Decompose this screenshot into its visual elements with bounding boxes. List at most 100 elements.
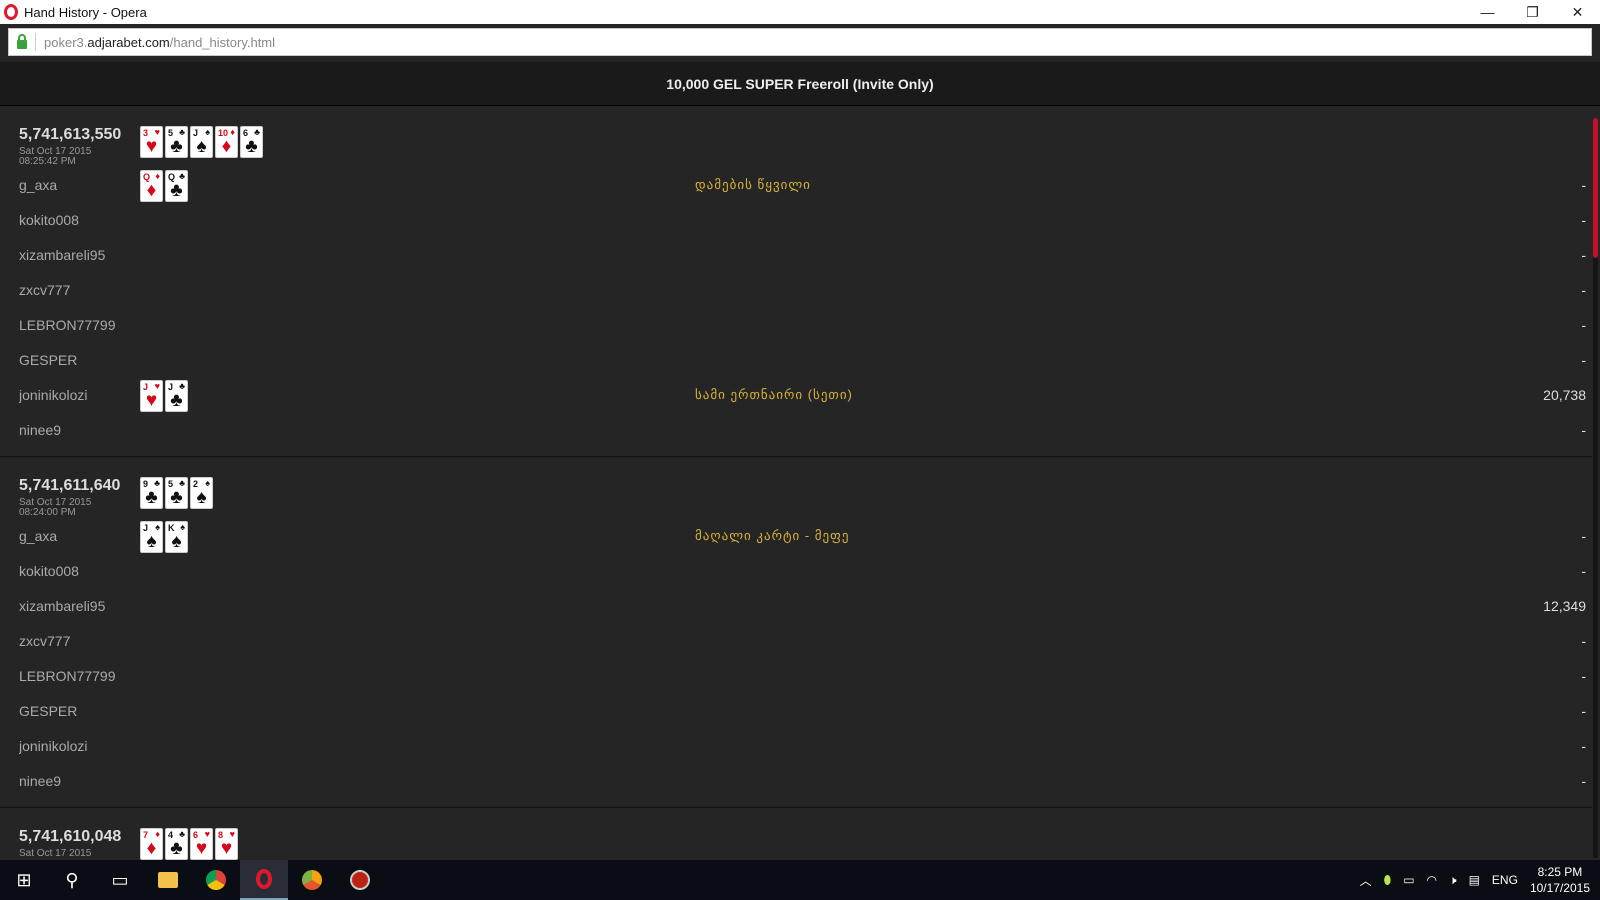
hand-rank: დამების წყვილი bbox=[695, 177, 811, 192]
board-cards: 7 ♦ ♦ 4 ♣ ♣ 6 ♥ ♥ 8 ♥ ♥ bbox=[140, 828, 238, 860]
win-amount: 12,349 bbox=[1543, 598, 1586, 614]
restore-button[interactable]: ❐ bbox=[1510, 0, 1555, 24]
player-name: zxcv777 bbox=[19, 282, 71, 298]
player-name: zxcv777 bbox=[19, 633, 71, 649]
player-row: zxcv777 - bbox=[0, 273, 1592, 308]
file-explorer-icon[interactable] bbox=[144, 860, 192, 900]
win-amount: - bbox=[1581, 177, 1586, 193]
close-button[interactable]: ✕ bbox=[1555, 0, 1600, 24]
win-amount: - bbox=[1581, 422, 1586, 438]
player-row: GESPER - bbox=[0, 694, 1592, 729]
win-amount: - bbox=[1581, 528, 1586, 544]
card-9-club: 9 ♣ ♣ bbox=[140, 477, 163, 509]
player-name: LEBRON77799 bbox=[19, 317, 116, 333]
diamond-icon: ♦ bbox=[155, 171, 160, 181]
club-icon: ♣ bbox=[170, 487, 183, 508]
hole-cards: J ♠ ♠ K ♠ ♠ bbox=[140, 521, 188, 553]
clock[interactable]: 8:25 PM 10/17/2015 bbox=[1530, 864, 1590, 896]
card-K-spade: K ♠ ♠ bbox=[165, 521, 188, 553]
win-amount: - bbox=[1581, 352, 1586, 368]
hand-id[interactable]: 5,741,610,048 bbox=[19, 828, 121, 846]
hand-history-list: 5,741,613,550 Sat Oct 17 2015 08:25:42 PM 3… bbox=[0, 106, 1592, 870]
player-name: ninee9 bbox=[19, 773, 62, 789]
heart-icon: ♥ bbox=[220, 838, 233, 859]
language-indicator[interactable]: ENG bbox=[1492, 873, 1518, 887]
search-icon[interactable]: ⚲ bbox=[48, 860, 96, 900]
scrollbar-thumb[interactable] bbox=[1593, 118, 1598, 258]
player-row: zxcv777 - bbox=[0, 624, 1592, 659]
win-amount: - bbox=[1581, 633, 1586, 649]
player-name: GESPER bbox=[19, 352, 78, 368]
card-2-spade: 2 ♠ ♠ bbox=[190, 477, 213, 509]
chrome-icon[interactable] bbox=[192, 860, 240, 900]
card-5-club: 5 ♣ ♣ bbox=[165, 477, 188, 509]
player-name: xizambareli95 bbox=[19, 598, 106, 614]
chrome-canary-icon[interactable] bbox=[288, 860, 336, 900]
card-6-heart: 6 ♥ ♥ bbox=[190, 828, 213, 860]
card-J-heart: J ♥ ♥ bbox=[140, 380, 163, 412]
hand-id[interactable]: 5,741,613,550 bbox=[19, 126, 121, 144]
notification-icon[interactable]: ▤ bbox=[1469, 873, 1480, 887]
window-title: Hand History - Opera bbox=[24, 4, 147, 20]
club-icon: ♣ bbox=[170, 180, 183, 201]
card-Q-club: Q ♣ ♣ bbox=[165, 170, 188, 202]
card-4-club: 4 ♣ ♣ bbox=[165, 828, 188, 860]
card-J-spade: J ♠ ♠ bbox=[140, 521, 163, 553]
board-cards: 3 ♥ ♥ 5 ♣ ♣ J ♠ ♠ 10 ♦ ♦ 6 ♣ ♣ bbox=[140, 126, 263, 158]
wifi-icon[interactable]: ◠ bbox=[1427, 873, 1437, 887]
player-name: LEBRON77799 bbox=[19, 668, 116, 684]
minimize-button[interactable]: — bbox=[1465, 0, 1510, 24]
card-8-heart: 8 ♥ ♥ bbox=[215, 828, 238, 860]
heart-icon: ♥ bbox=[195, 838, 208, 859]
player-name: ninee9 bbox=[19, 422, 62, 438]
task-view-icon[interactable]: ▭ bbox=[96, 860, 144, 900]
player-row: ninee9 - bbox=[0, 413, 1592, 448]
player-row: g_axa J ♠ ♠ K ♠ ♠ მაღალი კარტი - მეფე - bbox=[0, 519, 1592, 554]
win-amount: - bbox=[1581, 668, 1586, 684]
url-text[interactable]: poker3.adjarabet.com/hand_history.html bbox=[44, 35, 275, 50]
player-name: g_axa bbox=[19, 528, 58, 544]
hand-date: Sat Oct 17 2015 08:25:42 PM bbox=[19, 146, 92, 167]
hole-cards: Q ♦ ♦ Q ♣ ♣ bbox=[140, 170, 188, 202]
player-name: GESPER bbox=[19, 703, 78, 719]
club-icon: ♣ bbox=[170, 390, 183, 411]
hand-rank: სამი ერთნაირი (სეთი) bbox=[695, 387, 853, 402]
spade-icon: ♠ bbox=[171, 531, 182, 552]
title-bar: Hand History - Opera — ❐ ✕ bbox=[0, 0, 1600, 24]
address-bar[interactable]: poker3.adjarabet.com/hand_history.html bbox=[8, 28, 1592, 56]
win-amount: 20,738 bbox=[1543, 387, 1586, 403]
battery-icon[interactable]: ▭ bbox=[1403, 873, 1414, 887]
windows-start-icon[interactable]: ⊞ bbox=[0, 860, 48, 900]
win-amount: - bbox=[1581, 738, 1586, 754]
hand-rank: მაღალი კარტი - მეფე bbox=[695, 528, 850, 543]
player-name: xizambareli95 bbox=[19, 247, 106, 263]
heart-icon: ♥ bbox=[145, 390, 158, 411]
win-amount: - bbox=[1581, 282, 1586, 298]
club-icon: ♣ bbox=[170, 136, 183, 157]
opera-icon[interactable] bbox=[240, 860, 288, 900]
spade-icon: ♠ bbox=[146, 531, 157, 552]
player-name: g_axa bbox=[19, 177, 58, 193]
win-amount: - bbox=[1581, 212, 1586, 228]
win-amount: - bbox=[1581, 317, 1586, 333]
player-name: joninikolozi bbox=[19, 738, 88, 754]
win-amount: - bbox=[1581, 703, 1586, 719]
tournament-title: 10,000 GEL SUPER Freeroll (Invite Only) bbox=[0, 62, 1600, 106]
win-amount: - bbox=[1581, 773, 1586, 789]
card-J-club: J ♣ ♣ bbox=[165, 380, 188, 412]
chevron-up-icon[interactable]: ︿ bbox=[1360, 872, 1372, 889]
app-icon[interactable] bbox=[336, 860, 384, 900]
diamond-icon: ♦ bbox=[230, 127, 235, 137]
player-row: ninee9 - bbox=[0, 764, 1592, 799]
card-6-club: 6 ♣ ♣ bbox=[240, 126, 263, 158]
player-row: kokito008 - bbox=[0, 554, 1592, 589]
hand-entry: 5,741,613,550 Sat Oct 17 2015 08:25:42 PM 3… bbox=[0, 106, 1592, 457]
club-icon: ♣ bbox=[245, 136, 258, 157]
tray-app-icon[interactable]: ⬮ bbox=[1384, 873, 1392, 888]
card-3-heart: 3 ♥ ♥ bbox=[140, 126, 163, 158]
diamond-icon: ♦ bbox=[146, 838, 157, 859]
hand-id[interactable]: 5,741,611,640 bbox=[19, 477, 120, 495]
player-name: kokito008 bbox=[19, 212, 79, 228]
player-row: LEBRON77799 - bbox=[0, 659, 1592, 694]
volume-icon[interactable]: 🕨 bbox=[1449, 873, 1457, 888]
